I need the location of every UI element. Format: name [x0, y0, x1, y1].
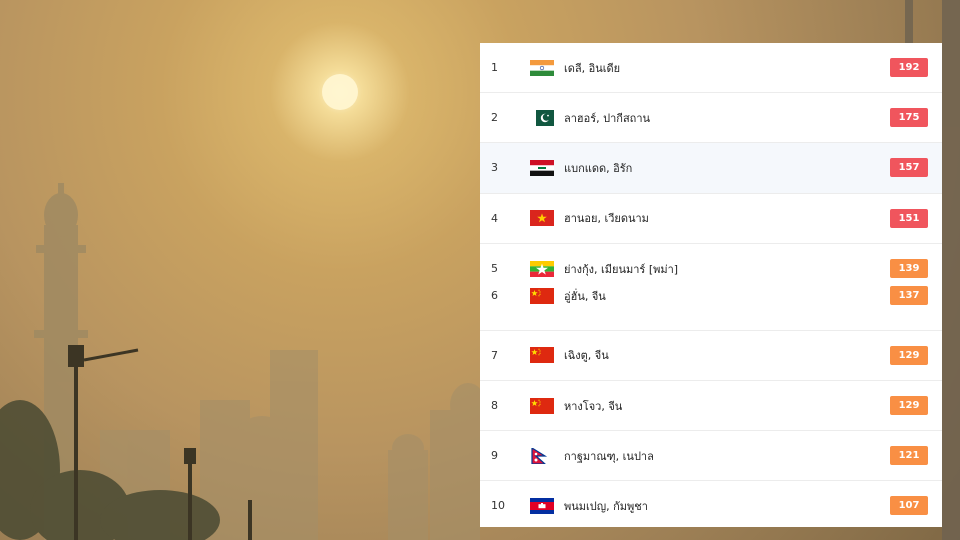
aqi-badge: 137: [890, 286, 928, 306]
india-flag-icon: [530, 59, 554, 76]
aqi-badge: 129: [890, 396, 928, 416]
china-flag-icon: [530, 287, 554, 304]
city-name: อู่ฮั่น, จีน: [564, 289, 606, 303]
rank-number: 4: [491, 211, 498, 225]
aqi-badge: 129: [890, 345, 928, 365]
city-name: พนมเปญ, กัมพูชา: [564, 499, 648, 513]
aqi-badge: 151: [890, 208, 928, 228]
aqi-badge: 107: [890, 496, 928, 516]
sun: [322, 74, 358, 110]
ranking-row[interactable]: 7 เฉิงตู, จีน 129: [480, 331, 942, 381]
rank-number: 8: [491, 399, 498, 413]
city-name: เดลี, อินเดีย: [564, 61, 621, 75]
city-name: ลาฮอร์, ปากีสถาน: [564, 111, 651, 125]
china-flag-icon: [530, 397, 554, 414]
aqi-badge: 139: [890, 259, 928, 279]
vietnam-flag-icon: [530, 210, 554, 227]
rank-number: 3: [491, 161, 498, 175]
aqi-ranking-panel: 1 เดลี, อินเดีย 192 2 ลาฮอร์, ปากีสถาน 1…: [480, 43, 942, 527]
rank-number: 10: [491, 499, 505, 513]
china-flag-icon: [530, 347, 554, 364]
cambodia-flag-icon: [530, 497, 554, 514]
nepal-flag-icon: [530, 447, 554, 464]
ranking-row[interactable]: 3 แบกแดด, อิรัก 157: [480, 143, 942, 194]
rank-number: 9: [491, 449, 498, 463]
city-name: หางโจว, จีน: [564, 399, 623, 413]
city-name: ฮานอย, เวียดนาม: [564, 212, 649, 226]
city-name: กาฐมาณฑุ, เนปาล: [564, 449, 654, 463]
myanmar-flag-icon: [530, 260, 554, 277]
aqi-badge: 175: [890, 108, 928, 128]
ranking-row[interactable]: 8 หางโจว, จีน 129: [480, 381, 942, 432]
city-name: แบกแดด, อิรัก: [564, 161, 633, 175]
rank-number: 6: [491, 289, 498, 303]
ranking-row[interactable]: 5 ย่างกุ้ง, เมียนมาร์ [พม่า] 139: [480, 244, 942, 282]
rank-number: 2: [491, 111, 498, 125]
pakistan-flag-icon: [530, 109, 554, 126]
aqi-badge: 157: [890, 158, 928, 178]
ranking-row[interactable]: 9 กาฐมาณฑุ, เนปาล 121: [480, 431, 942, 482]
rank-number: 1: [491, 61, 498, 75]
aqi-badge: 121: [890, 446, 928, 466]
ranking-row[interactable]: 6 อู่ฮั่น, จีน 137: [480, 282, 942, 331]
iraq-flag-icon: [530, 159, 554, 176]
ranking-row[interactable]: 10 พนมเปญ, กัมพูชา 107: [480, 481, 942, 527]
aqi-badge: 192: [890, 58, 928, 78]
ranking-row[interactable]: 1 เดลี, อินเดีย 192: [480, 43, 942, 94]
rank-number: 7: [491, 348, 498, 362]
ranking-row[interactable]: 4 ฮานอย, เวียดนาม 151: [480, 194, 942, 244]
ranking-row[interactable]: 2 ลาฮอร์, ปากีสถาน 175: [480, 93, 942, 144]
city-name: เฉิงตู, จีน: [564, 349, 609, 363]
